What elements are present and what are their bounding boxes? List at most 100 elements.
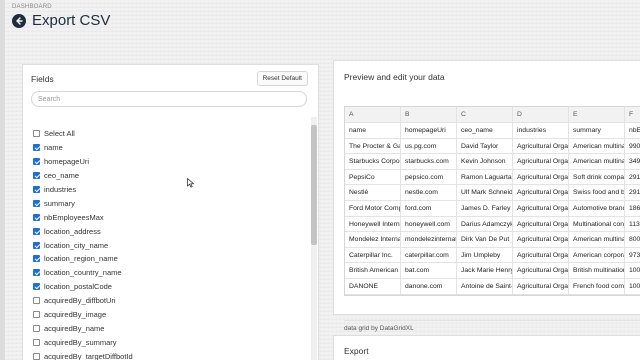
grid-cell[interactable]: 291000 xyxy=(625,185,640,200)
grid-cell[interactable]: Jim Umpleby xyxy=(457,247,513,263)
field-checkbox[interactable] xyxy=(33,186,40,193)
field-row[interactable]: acquiredBy_image xyxy=(33,308,303,322)
grid-cell[interactable]: Agricultural Organizations xyxy=(513,232,569,247)
grid-cell[interactable]: 113000 xyxy=(625,217,640,232)
grid-cell[interactable]: Multinational conglomerate xyxy=(569,216,625,232)
grid-cell[interactable]: honeywell.com xyxy=(401,216,457,232)
grid-cell[interactable]: us.pg.com xyxy=(401,138,457,154)
field-row[interactable]: location_country_name xyxy=(33,266,303,280)
grid-cell[interactable]: 100000 xyxy=(625,279,640,294)
grid-cell[interactable]: Soft drink company xyxy=(569,169,625,185)
field-checkbox[interactable] xyxy=(33,311,40,319)
grid-cell[interactable]: Antoine de Saint-Affrique xyxy=(457,278,513,294)
grid-cell[interactable]: DANONE xyxy=(345,278,401,294)
field-row[interactable]: homepageUri xyxy=(33,155,303,169)
grid-cell[interactable]: Caterpillar Inc. xyxy=(345,247,401,263)
grid-cell[interactable]: British American Tobacco xyxy=(345,263,401,278)
grid-cell[interactable]: Automotive brand xyxy=(569,200,625,216)
field-row[interactable]: location_region_name xyxy=(33,252,303,266)
grid-cell[interactable]: Ramon Laguarta xyxy=(457,169,513,185)
field-checkbox[interactable] xyxy=(33,297,40,305)
grid-cell[interactable]: Dirk Van De Put xyxy=(457,232,513,247)
scrollbar-thumb[interactable] xyxy=(311,125,317,245)
grid-cell[interactable]: homepageUri xyxy=(401,123,457,138)
grid-cell[interactable]: bat.com xyxy=(401,263,457,278)
grid-cell[interactable]: The Procter & Gamble Company xyxy=(345,138,401,154)
grid-cell[interactable]: caterpillar.com xyxy=(401,247,457,263)
grid-cell[interactable]: Agricultural Organizations xyxy=(513,200,569,216)
grid-cell[interactable]: Agricultural Organizations xyxy=(513,216,569,232)
grid-cell[interactable]: Mondelez International xyxy=(345,232,401,247)
reset-default-button[interactable]: Reset Default xyxy=(256,71,308,86)
grid-cell[interactable]: Agricultural Organizations xyxy=(513,138,569,154)
grid-cell[interactable]: 100000 xyxy=(625,263,640,278)
grid-column-letter[interactable]: F xyxy=(625,107,640,122)
grid-cell[interactable]: danone.com xyxy=(401,278,457,294)
grid-cell[interactable]: starbucks.com xyxy=(401,154,457,169)
field-row[interactable]: location_address xyxy=(33,224,303,238)
field-checkbox[interactable] xyxy=(33,338,40,346)
grid-cell[interactable]: Nestlé xyxy=(345,185,401,200)
field-checkbox[interactable] xyxy=(33,269,40,277)
grid-cell[interactable]: Starbucks Corporation xyxy=(345,154,401,169)
grid-cell[interactable]: ceo_name xyxy=(457,123,513,138)
grid-cell[interactable]: Ford Motor Company xyxy=(345,200,401,216)
grid-cell[interactable]: 186000 xyxy=(625,201,640,216)
grid-column-letter[interactable]: C xyxy=(457,107,513,122)
grid-cell[interactable]: pepsico.com xyxy=(401,169,457,185)
grid-cell[interactable]: industries xyxy=(513,123,569,138)
grid-cell[interactable]: Agricultural Organizations xyxy=(513,263,569,278)
field-checkbox[interactable] xyxy=(33,352,40,360)
field-checkbox[interactable] xyxy=(33,227,40,235)
select-all-row[interactable]: Select All xyxy=(33,127,303,141)
grid-cell[interactable]: summary xyxy=(569,123,625,138)
grid-column-letter[interactable]: A xyxy=(345,107,401,122)
grid-cell[interactable]: Jack Marie Henry xyxy=(457,263,513,278)
field-checkbox[interactable] xyxy=(33,255,40,263)
grid-cell[interactable]: ford.com xyxy=(401,200,457,216)
grid-cell[interactable]: British multinational xyxy=(569,263,625,278)
field-row[interactable]: summary xyxy=(33,196,303,210)
field-checkbox[interactable] xyxy=(33,213,40,221)
field-checkbox[interactable] xyxy=(33,144,40,152)
field-list-scrollbar[interactable] xyxy=(311,117,317,360)
grid-cell[interactable]: Agricultural Organizations xyxy=(513,247,569,263)
field-row[interactable]: acquiredBy_diffbotUri xyxy=(33,294,303,308)
grid-cell[interactable]: PepsiCo xyxy=(345,169,401,185)
breadcrumb[interactable]: DASHBOARD xyxy=(12,4,52,10)
grid-cell[interactable]: James D. Farley xyxy=(457,200,513,216)
grid-column-letter[interactable]: D xyxy=(513,107,569,122)
field-checkbox[interactable] xyxy=(33,324,40,332)
field-row[interactable]: location_city_name xyxy=(33,238,303,252)
grid-cell[interactable]: David Taylor xyxy=(457,138,513,154)
field-checkbox[interactable] xyxy=(33,241,40,249)
field-row[interactable]: acquiredBy_summary xyxy=(33,335,303,349)
data-grid[interactable]: A B C D E Fname homepageUri ceo_name industries s… xyxy=(344,106,640,296)
grid-cell[interactable]: Agricultural Organizations xyxy=(513,154,569,169)
grid-cell[interactable]: Agricultural Organizations xyxy=(513,169,569,185)
grid-cell[interactable]: nestle.com xyxy=(401,185,457,200)
field-row[interactable]: acquiredBy_name xyxy=(33,321,303,335)
select-all-checkbox[interactable] xyxy=(33,130,40,138)
grid-cell[interactable]: Darius Adamczyk xyxy=(457,216,513,232)
grid-cell[interactable]: Ulf Mark Schneider xyxy=(457,185,513,200)
grid-cell[interactable]: American multinational xyxy=(569,232,625,247)
grid-cell[interactable]: 80000 xyxy=(625,232,640,247)
grid-cell[interactable]: American multinational xyxy=(569,138,625,154)
grid-column-letter[interactable]: E xyxy=(569,107,625,122)
grid-cell[interactable]: French food company xyxy=(569,278,625,294)
field-row[interactable]: nbEmployeesMax xyxy=(33,210,303,224)
grid-column-letter[interactable]: B xyxy=(401,107,457,122)
grid-cell[interactable]: Agricultural Organizations xyxy=(513,278,569,294)
search-input[interactable]: Search xyxy=(31,91,307,107)
field-row[interactable]: industries xyxy=(33,183,303,197)
grid-cell[interactable]: American multinational xyxy=(569,154,625,169)
grid-cell[interactable]: American corporation xyxy=(569,247,625,263)
field-checkbox[interactable] xyxy=(33,283,40,291)
grid-cell[interactable]: 97300 xyxy=(625,248,640,263)
field-checkbox[interactable] xyxy=(33,172,40,180)
grid-cell[interactable]: 349000 xyxy=(625,154,640,169)
back-button[interactable] xyxy=(12,13,26,28)
field-row[interactable]: location_postalCode xyxy=(33,280,303,294)
field-row[interactable]: name xyxy=(33,141,303,155)
